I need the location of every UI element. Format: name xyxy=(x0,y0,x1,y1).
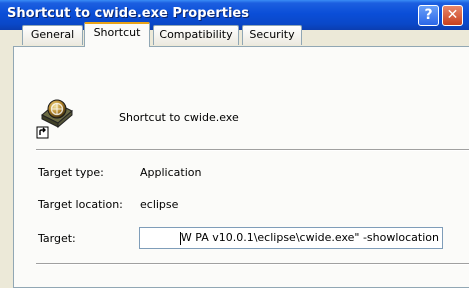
target-label: Target: xyxy=(38,232,76,245)
tab-security[interactable]: Security xyxy=(242,25,302,45)
tab-shortcut[interactable]: Shortcut xyxy=(84,22,150,47)
tab-compatibility[interactable]: Compatibility xyxy=(153,25,239,45)
target-location-value: eclipse xyxy=(140,198,179,211)
help-button[interactable]: ? xyxy=(418,5,439,26)
window-title: Shortcut to cwide.exe Properties xyxy=(7,6,249,21)
eclipse-shortcut-icon xyxy=(36,99,73,139)
tab-general[interactable]: General xyxy=(22,25,83,45)
separator-bottom xyxy=(36,263,469,265)
shortcut-name: Shortcut to cwide.exe xyxy=(119,111,239,124)
target-field[interactable]: W PA v10.0.1\eclipse\cwide.exe" -showloc… xyxy=(139,227,443,249)
close-button[interactable]: ✕ xyxy=(442,5,463,26)
target-location-label: Target location: xyxy=(38,198,123,211)
target-type-label: Target type: xyxy=(38,166,104,179)
target-field-text: W PA v10.0.1\eclipse\cwide.exe" -showloc… xyxy=(180,231,439,244)
separator xyxy=(36,149,469,151)
target-type-value: Application xyxy=(140,166,202,179)
